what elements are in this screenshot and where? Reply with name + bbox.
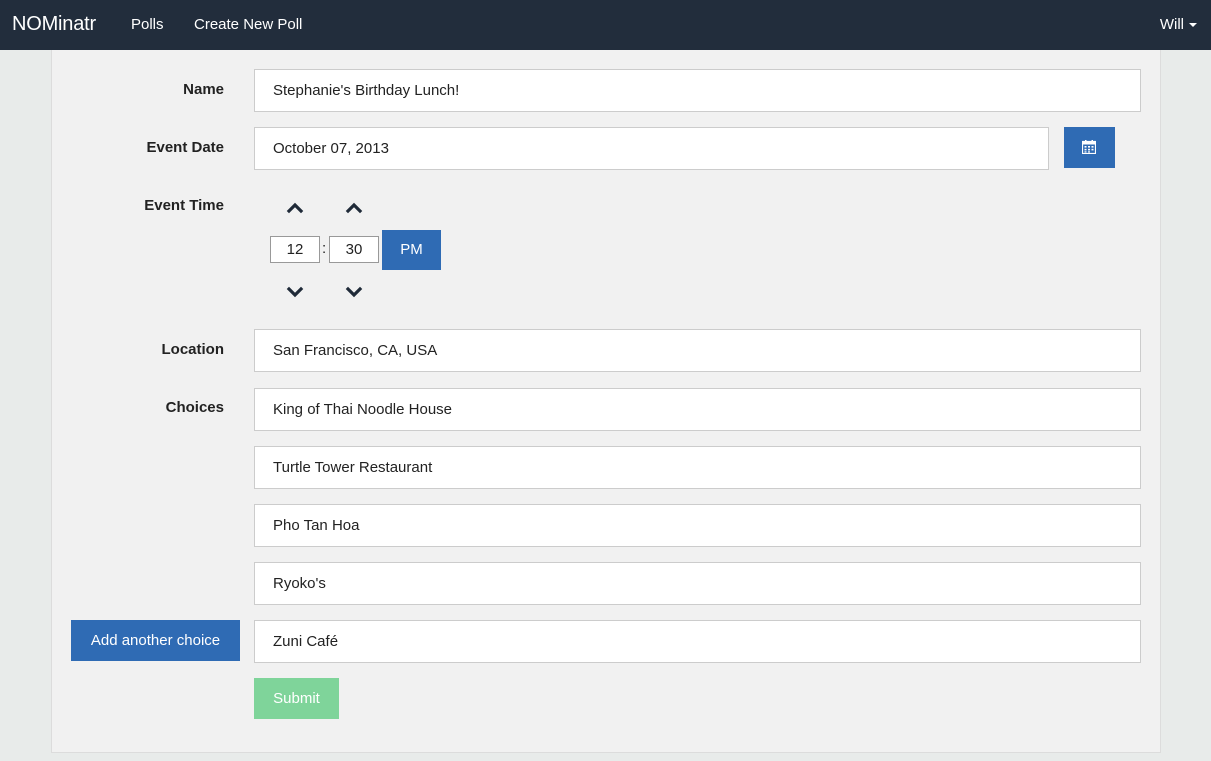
event-date-input[interactable]: October 07, 2013 [254,127,1049,170]
location-input[interactable]: San Francisco, CA, USA [254,329,1141,372]
chevron-down-icon [286,286,304,298]
user-name: Will [1159,16,1184,33]
time-separator: : [322,240,327,257]
user-menu[interactable]: Will [1160,16,1197,33]
event-time-label: Event Time [144,197,224,214]
minute-input[interactable]: 30 [329,236,379,263]
chevron-up-icon [286,202,304,214]
hour-increment[interactable] [283,197,307,217]
nav-link-polls[interactable]: Polls [131,16,164,33]
hour-decrement[interactable] [283,282,307,302]
choices-label: Choices [165,399,224,416]
choice-input[interactable]: Ryoko's [254,562,1141,605]
minute-increment[interactable] [342,197,366,217]
add-choice-button[interactable]: Add another choice [71,620,240,661]
choice-input[interactable]: Turtle Tower Restaurant [254,446,1141,489]
meridian-toggle-button[interactable]: PM [382,230,441,270]
choice-input[interactable]: Zuni Café [254,620,1141,663]
choice-input[interactable]: Pho Tan Hoa [254,504,1141,547]
top-navbar: NOMinatr Polls Create New Poll Will [0,0,1211,50]
caret-down-icon [1189,23,1197,28]
brand-logo[interactable]: NOMinatr [12,13,96,36]
calendar-button[interactable] [1064,127,1115,168]
nav-link-create-poll[interactable]: Create New Poll [194,16,302,33]
calendar-icon [1082,140,1096,154]
name-input[interactable]: Stephanie's Birthday Lunch! [254,69,1141,112]
chevron-down-icon [345,286,363,298]
choice-input[interactable]: King of Thai Noodle House [254,388,1141,431]
name-label: Name [183,81,224,98]
submit-button[interactable]: Submit [254,678,339,719]
event-date-label: Event Date [146,139,224,156]
location-label: Location [161,341,225,358]
minute-decrement[interactable] [342,282,366,302]
hour-input[interactable]: 12 [270,236,320,263]
chevron-up-icon [345,202,363,214]
